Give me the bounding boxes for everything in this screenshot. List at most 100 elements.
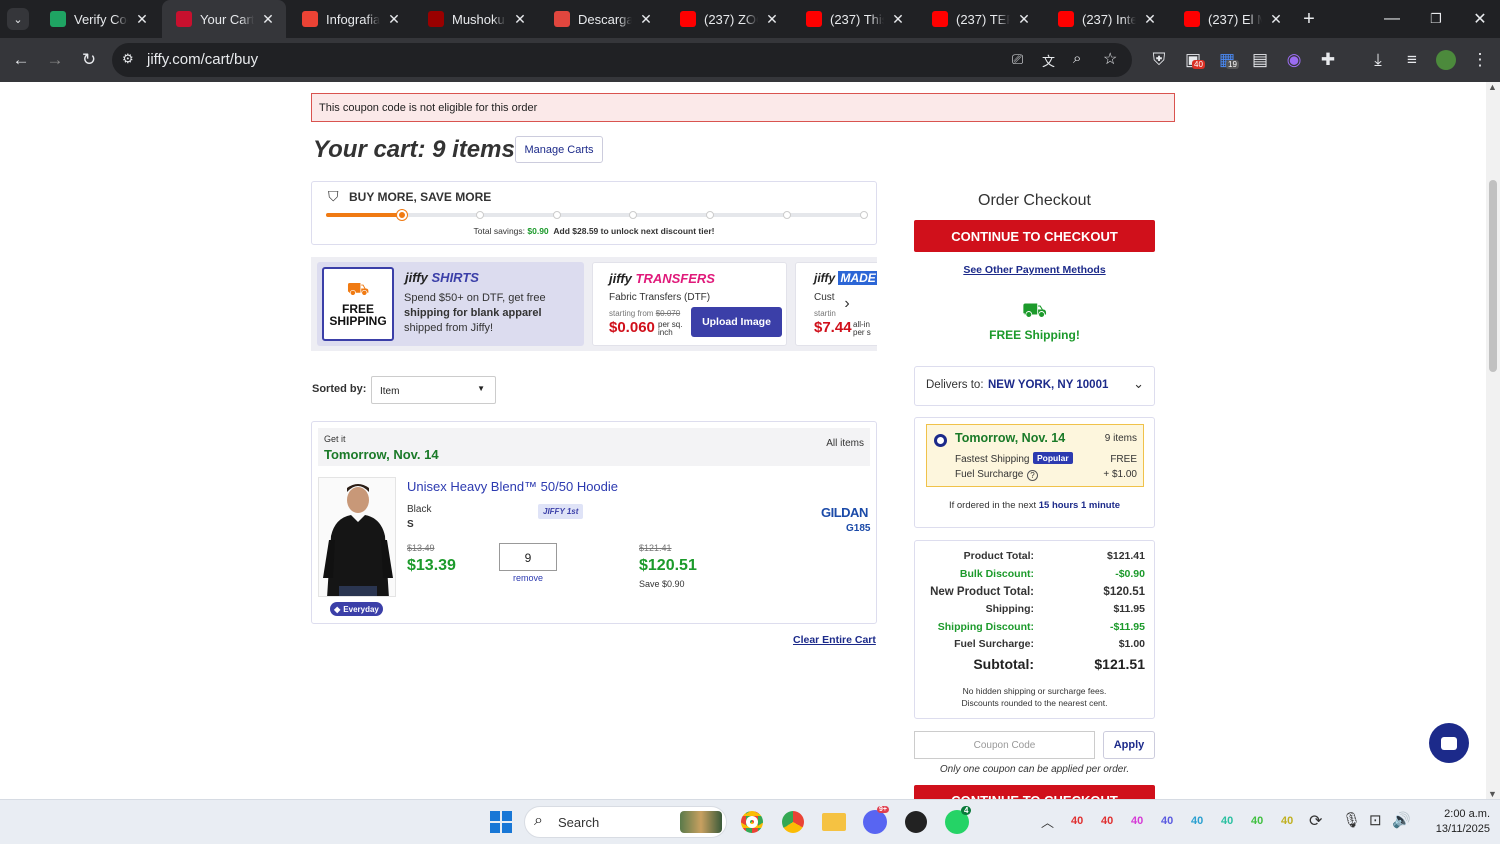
browser-tab[interactable]: (237) This G ✕ [792, 0, 916, 38]
browser-tab[interactable]: (237) El ME ✕ [1170, 0, 1294, 38]
tray-temperature-indicator[interactable]: 40 [1161, 815, 1173, 827]
tray-temperature-indicator[interactable]: 40 [1281, 815, 1293, 827]
upload-image-button[interactable]: Upload Image [691, 307, 782, 337]
close-icon[interactable]: ✕ [764, 11, 780, 28]
product-name-link[interactable]: Unisex Heavy Blend™ 50/50 Hoodie [407, 479, 618, 494]
profile-button[interactable] [1429, 38, 1463, 82]
browser-tab[interactable]: (237) TERRO ✕ [918, 0, 1042, 38]
coupon-input[interactable]: Coupon Code [914, 731, 1095, 759]
start-button[interactable] [485, 806, 517, 838]
close-icon[interactable]: ✕ [260, 11, 276, 28]
extension-badge: 19 [1226, 60, 1239, 69]
close-icon[interactable]: ✕ [1142, 11, 1158, 28]
tray-overflow-icon[interactable]: ︿ [1041, 812, 1054, 831]
tray-temperature-indicator[interactable]: 40 [1251, 815, 1263, 827]
close-window-button[interactable]: ✕ [1462, 0, 1498, 38]
close-icon[interactable]: ✕ [1016, 11, 1032, 28]
product-image[interactable] [318, 477, 396, 597]
back-button[interactable]: ← [4, 38, 38, 82]
translate-icon[interactable]: 文 [1042, 51, 1055, 70]
site-settings-icon[interactable]: ⚙ [122, 51, 134, 67]
network-icon[interactable]: ⊡ [1369, 811, 1382, 829]
scroll-down-icon[interactable]: ▼ [1488, 789, 1497, 799]
continue-checkout-button[interactable]: CONTINUE TO CHECKOUT [914, 220, 1155, 252]
old-price: $0.070 [655, 309, 681, 318]
close-icon[interactable]: ✕ [1268, 11, 1284, 28]
forward-button[interactable]: → [38, 38, 72, 82]
restore-button[interactable]: ❐ [1418, 0, 1454, 38]
taskbar-chrome-profile[interactable] [777, 806, 809, 838]
tray-temperature-indicator[interactable]: 40 [1071, 815, 1083, 827]
ai-extension-button[interactable]: ◉ [1277, 38, 1311, 82]
media-button[interactable]: ≡ [1395, 38, 1429, 82]
tray-temperature-indicator[interactable]: 40 [1191, 815, 1203, 827]
close-icon[interactable]: ✕ [134, 11, 150, 28]
reload-icon: ↻ [81, 50, 97, 69]
reload-button[interactable]: ↻ [72, 38, 106, 82]
page-content: This coupon code is not eligible for thi… [0, 82, 1500, 799]
browser-tab[interactable]: (237) Intel 1 ✕ [1044, 0, 1168, 38]
microphone-icon[interactable]: 🎙 [1342, 811, 1361, 829]
delivers-to-select[interactable]: Delivers to: NEW YORK, NY 10001 ⌄ [914, 366, 1155, 406]
browser-tab[interactable]: Infografia - ✕ [288, 0, 412, 38]
clear-cart-link[interactable]: Clear Entire Cart [793, 634, 876, 646]
tab-search-button[interactable]: ⌄ [0, 0, 36, 38]
scroll-up-icon[interactable]: ▲ [1488, 82, 1497, 92]
free-shipping-badge: ⛟ FREE SHIPPING [322, 267, 394, 341]
remove-item-link[interactable]: remove [513, 573, 543, 583]
browser-tab[interactable]: (237) ZOOT ✕ [666, 0, 790, 38]
install-app-icon[interactable]: ⎚ [1012, 51, 1023, 68]
chat-button[interactable] [1429, 723, 1469, 763]
coupon-note: Only one coupon can be applied per order… [939, 764, 1130, 775]
promo-card-shirts[interactable]: ⛟ FREE SHIPPING jiffy SHIRTS Spend $50+ … [317, 262, 584, 346]
tray-temperature-indicator[interactable]: 40 [1221, 815, 1233, 827]
browser-tab[interactable]: Your Cart - J ✕ [162, 0, 286, 38]
carousel-next-button[interactable]: › [834, 291, 860, 317]
tabs-extension-button[interactable]: ▣40 [1176, 38, 1210, 82]
menu-button[interactable]: ⋮ [1463, 38, 1497, 82]
summary-value: -$11.95 [1109, 620, 1145, 633]
tray-temperature-indicator[interactable]: 40 [1131, 815, 1143, 827]
bookmark-star-icon[interactable]: ☆ [1103, 49, 1117, 69]
zoom-icon[interactable]: ⌕ [1073, 50, 1081, 67]
taskbar-chrome[interactable] [736, 806, 768, 838]
downloads-button[interactable]: ⤓ [1361, 38, 1395, 82]
tray-temperature-indicator[interactable]: 40 [1101, 815, 1113, 827]
scrollbar-thumb[interactable] [1489, 180, 1497, 372]
tab-title: (237) El ME [1208, 11, 1262, 27]
manage-carts-button[interactable]: Manage Carts [515, 136, 603, 163]
continue-checkout-button-bottom[interactable]: CONTINUE TO CHECKOUT [914, 785, 1155, 799]
taskbar-whatsapp[interactable]: 4 [941, 806, 973, 838]
taskbar-search[interactable]: ⌕ Search [524, 806, 727, 838]
calendar-extension-button[interactable]: ▦19 [1210, 38, 1244, 82]
taskbar-app-dark[interactable] [900, 806, 932, 838]
taskbar-file-explorer[interactable] [818, 806, 850, 838]
archive-extension-button[interactable]: ▤ [1243, 38, 1277, 82]
address-bar[interactable]: ⚙ jiffy.com/cart/buy ⎚ 文 ⌕ ☆ [112, 43, 1132, 77]
help-icon[interactable]: ? [1027, 470, 1038, 481]
product-size: S [407, 519, 414, 530]
close-icon[interactable]: ✕ [512, 11, 528, 28]
browser-tab[interactable]: Descargar a ✕ [540, 0, 664, 38]
other-payment-link[interactable]: See Other Payment Methods [914, 264, 1155, 276]
new-tab-button[interactable]: + [1294, 0, 1324, 38]
sync-icon[interactable]: ⟳ [1309, 811, 1322, 831]
clock[interactable]: 2:00 a.m. 13/11/2025 [1420, 807, 1490, 837]
close-icon[interactable]: ✕ [638, 11, 654, 28]
minimize-button[interactable]: — [1374, 0, 1410, 38]
shield-extension-button[interactable]: ⛨ [1142, 38, 1176, 82]
volume-icon[interactable]: 🔊 [1392, 811, 1411, 829]
browser-tab[interactable]: Mushoku n ✕ [414, 0, 538, 38]
taskbar-discord[interactable]: 9+ [859, 806, 891, 838]
close-icon[interactable]: ✕ [386, 11, 402, 28]
quantity-input[interactable]: 9 [499, 543, 557, 571]
extensions-button[interactable]: ✚ [1311, 38, 1345, 82]
shipping-option-selected[interactable]: Tomorrow, Nov. 14 9 items Fastest Shippi… [926, 424, 1144, 487]
order-cutoff: If ordered in the next 15 hours 1 minute [915, 500, 1154, 511]
page-scrollbar[interactable]: ▲ ▼ [1486, 82, 1500, 799]
browser-tab[interactable]: Verify Code ✕ [36, 0, 160, 38]
promo-card-transfers[interactable]: jiffy TRANSFERS Fabric Transfers (DTF) s… [592, 262, 787, 346]
close-icon[interactable]: ✕ [890, 11, 906, 28]
apply-coupon-button[interactable]: Apply [1103, 731, 1155, 759]
sort-select[interactable]: Item ▼ [371, 376, 496, 404]
